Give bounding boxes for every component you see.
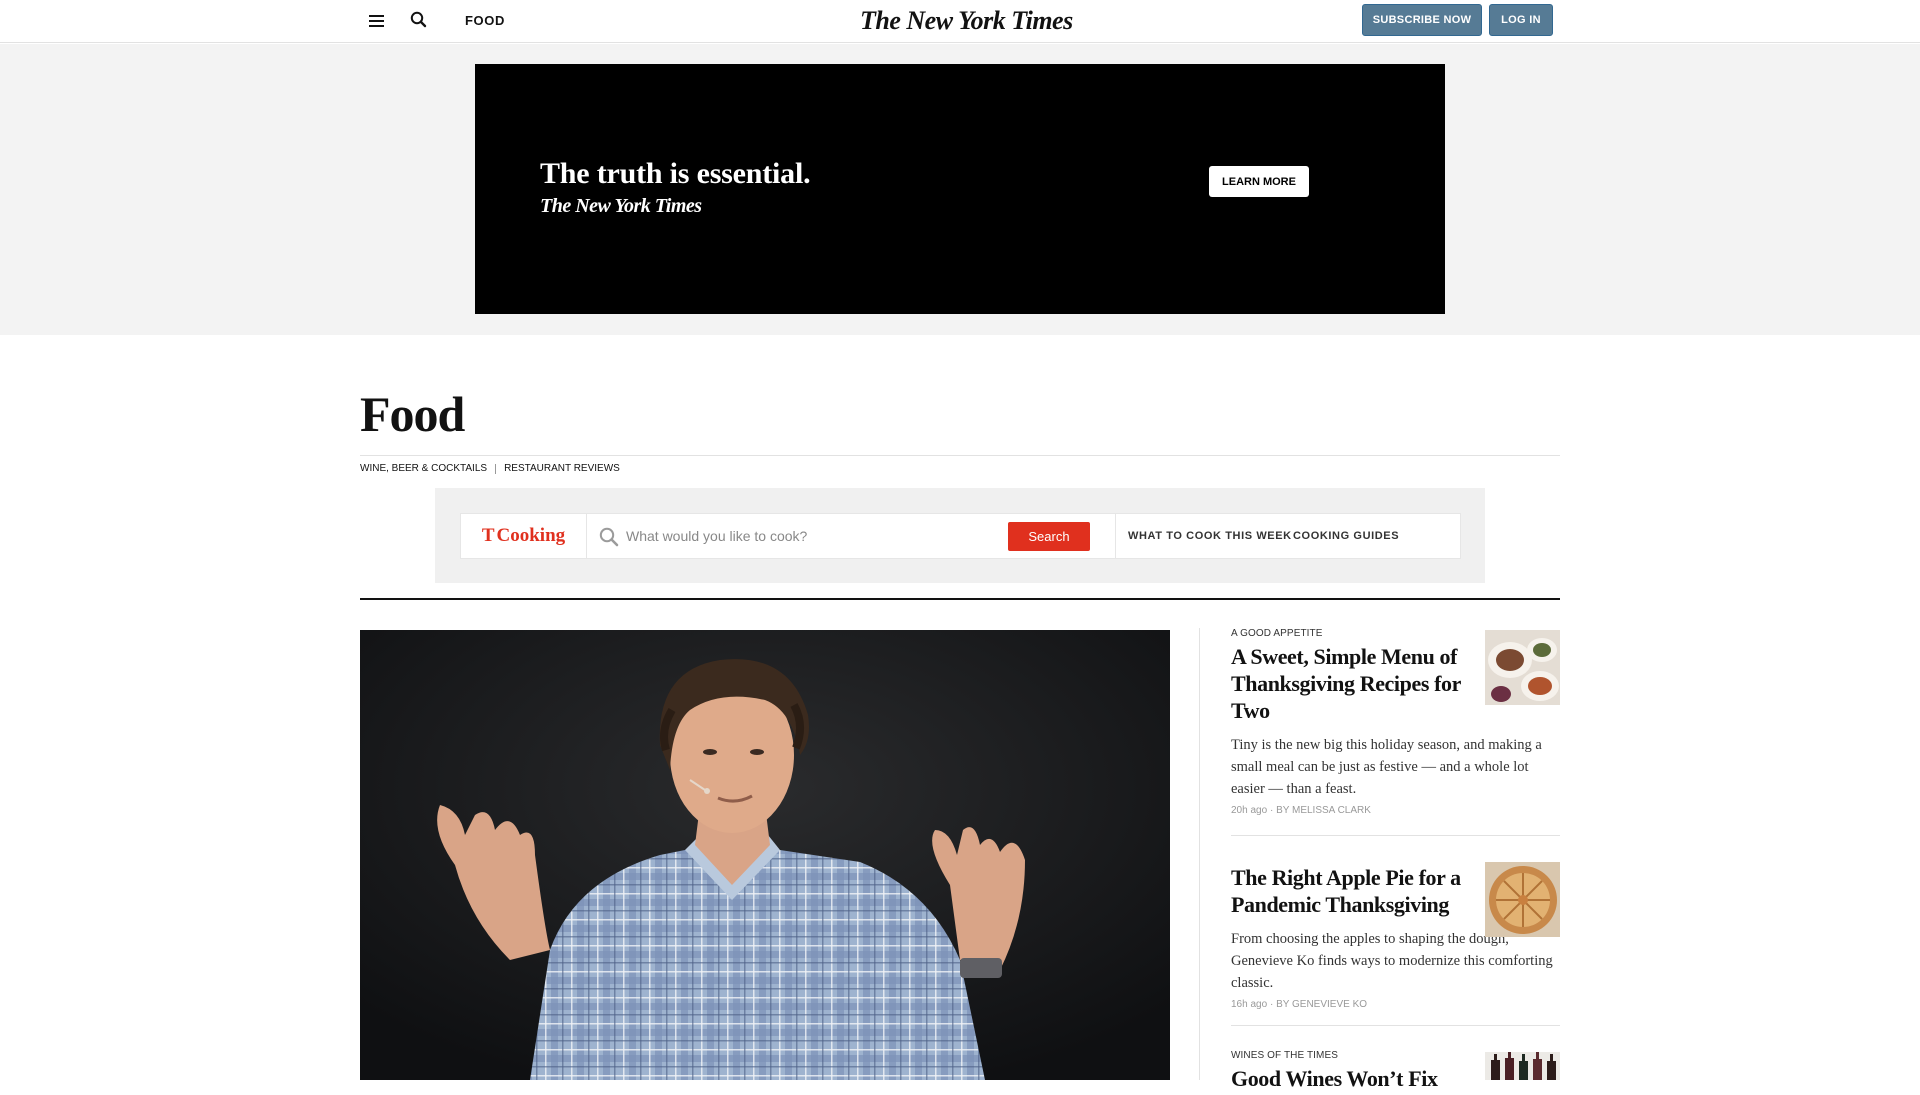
page-title: Food (360, 386, 465, 442)
cooking-search-bar: T Cooking Search WHAT TO COOK THIS WEEK … (460, 513, 1461, 559)
meta-separator: · (1269, 805, 1274, 816)
story-thumbnail[interactable] (1485, 862, 1560, 937)
story-byline: By GENEVIEVE KO (1276, 999, 1368, 1010)
column-divider (1199, 628, 1200, 1080)
story-summary: From choosing the apples to shaping the … (1231, 931, 1553, 991)
divider (360, 455, 1560, 456)
chef-photo (360, 630, 1170, 1080)
story-headline[interactable]: Good Wines Won’t Fix (1231, 1065, 1476, 1095)
ad-headline: The truth is essential. (540, 157, 811, 190)
advertisement[interactable]: The truth is essential. The New York Tim… (475, 64, 1445, 314)
cooking-logo-mark: T (481, 525, 495, 546)
subscribe-button[interactable]: SUBSCRIBE NOW (1362, 4, 1482, 36)
divider (1115, 514, 1116, 558)
masthead-bar: FOOD The New York Times SUBSCRIBE NOW LO… (0, 0, 1920, 43)
story-headline[interactable]: The Right Apple Pie for a Pandemic Thank… (1231, 864, 1476, 918)
divider (1231, 835, 1560, 836)
section-subnav: WINE, BEER & COCKTAILS RESTAURANT REVIEW… (360, 463, 620, 474)
wine-bottles-image (1485, 1052, 1560, 1080)
what-to-cook-link[interactable]: WHAT TO COOK THIS WEEK (1128, 530, 1292, 542)
story-meta: 16h ago · By GENEVIEVE KO (1231, 999, 1560, 1010)
apple-pie-image (1485, 862, 1560, 937)
story-byline: By MELISSA CLARK (1276, 805, 1371, 816)
divider (1231, 1025, 1560, 1026)
nyt-logo[interactable]: The New York Times (860, 6, 1073, 36)
menu-icon[interactable] (366, 10, 388, 32)
cooking-guides-link[interactable]: COOKING GUIDES (1293, 530, 1399, 542)
cooking-logo-word: Cooking (496, 525, 566, 546)
subnav-restaurant-reviews[interactable]: RESTAURANT REVIEWS (504, 463, 620, 474)
story-summary: Tiny is the new big this holiday season,… (1231, 737, 1542, 797)
story-timestamp: 16h ago (1231, 999, 1268, 1010)
subnav-separator (495, 463, 497, 474)
cooking-search-input[interactable] (626, 521, 996, 551)
login-button[interactable]: LOG IN (1489, 4, 1553, 36)
story-meta: 20h ago · By MELISSA CLARK (1231, 805, 1560, 816)
magnifier-icon (599, 527, 619, 547)
section-label[interactable]: FOOD (465, 13, 505, 28)
cooking-logo[interactable]: T Cooking (461, 514, 587, 558)
ad-nyt-logo: The New York Times (540, 195, 702, 217)
cooking-search-button[interactable]: Search (1008, 522, 1090, 551)
cooking-module: T Cooking Search WHAT TO COOK THIS WEEK … (435, 488, 1485, 583)
food-plates-image (1485, 630, 1560, 705)
story-headline[interactable]: A Sweet, Simple Menu of Thanksgiving Rec… (1231, 643, 1476, 724)
learn-more-button[interactable]: LEARN MORE (1209, 166, 1309, 197)
meta-separator: · (1269, 999, 1274, 1010)
story-thumbnail[interactable] (1485, 1052, 1560, 1080)
story-timestamp: 20h ago (1231, 805, 1268, 816)
story-thumbnail[interactable] (1485, 630, 1560, 705)
subnav-wine-beer-cocktails[interactable]: WINE, BEER & COCKTAILS (360, 463, 487, 474)
section-rule (360, 598, 1560, 600)
lead-story-image[interactable] (360, 630, 1170, 1080)
search-icon[interactable] (408, 9, 430, 31)
